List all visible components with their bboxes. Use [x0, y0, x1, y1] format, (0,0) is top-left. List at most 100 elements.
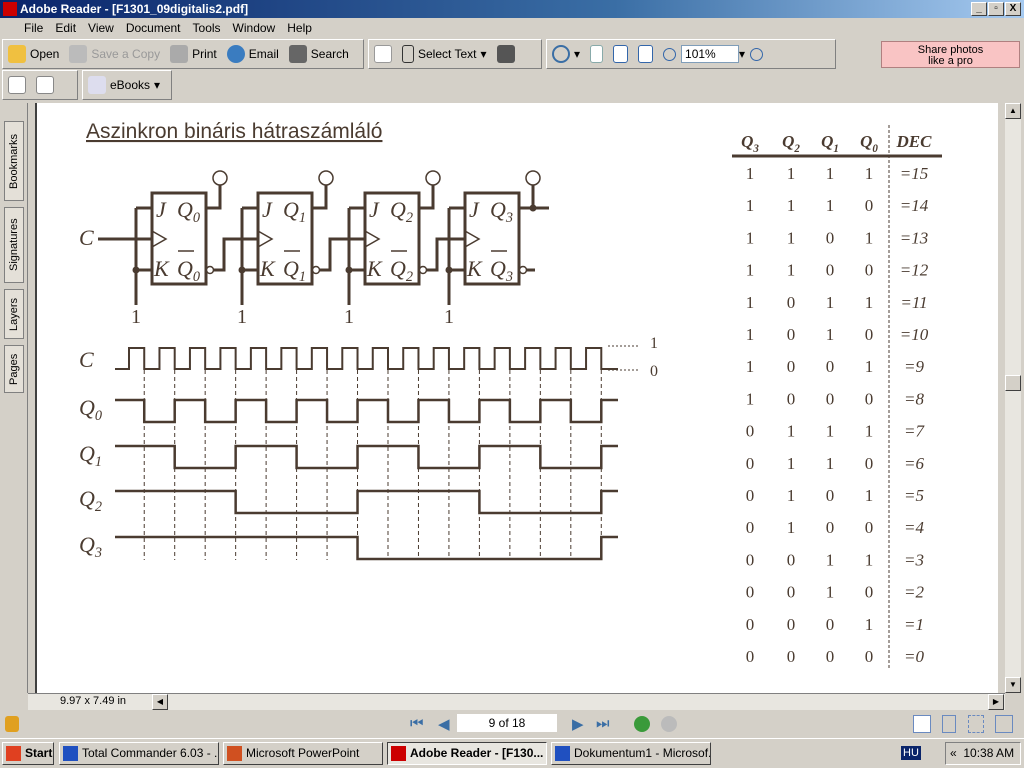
- table-cell: 0: [746, 422, 755, 441]
- scroll-down-button[interactable]: ▼: [1005, 677, 1021, 693]
- language-indicator[interactable]: HU: [901, 746, 921, 760]
- signal-label-q3: Q3: [79, 532, 102, 561]
- table-cell: 0: [787, 647, 796, 666]
- fit-width-button[interactable]: [638, 40, 654, 68]
- title-bar: Adobe Reader - [F1301_09digitalis2.pdf]: [0, 0, 1024, 18]
- table-cell: 1: [865, 550, 874, 569]
- minus-icon: [663, 47, 677, 61]
- subscript: 2: [406, 210, 413, 226]
- ebooks-button[interactable]: eBooks ▾: [88, 71, 160, 99]
- save-copy-button[interactable]: Save a Copy: [69, 40, 160, 68]
- page-number-field[interactable]: 9 of 18: [457, 714, 557, 732]
- vertical-scrollbar[interactable]: ▲ ▼: [1005, 103, 1021, 693]
- logic-one-label: 1: [444, 306, 454, 328]
- page-size-readout: 9.97 x 7.49 in: [60, 695, 127, 707]
- zoom-in-tool-button[interactable]: ▾: [552, 40, 580, 68]
- clock-waveform: [115, 347, 618, 370]
- continuous-facing-icon[interactable]: [995, 715, 1013, 733]
- horizontal-scrollbar[interactable]: 9.97 x 7.49 in ◀ ▶: [28, 693, 1005, 710]
- table-cell: 0: [746, 647, 755, 666]
- table-cell: 0: [865, 261, 874, 280]
- minimize-button[interactable]: _: [971, 2, 987, 16]
- last-page-button[interactable]: ⏭: [596, 715, 610, 732]
- tab-pages[interactable]: Pages: [4, 345, 24, 393]
- table-cell: 1: [865, 357, 874, 376]
- dec-cell: =12: [900, 261, 929, 280]
- rotate-clockwise-button[interactable]: [8, 71, 26, 99]
- start-button[interactable]: Start: [2, 742, 54, 765]
- zoom-in-button[interactable]: [750, 40, 764, 68]
- table-cell: 0: [826, 615, 835, 634]
- dec-cell: =3: [904, 550, 924, 569]
- table-cell: 0: [865, 325, 874, 344]
- tab-bookmarks[interactable]: Bookmarks: [4, 121, 24, 201]
- logic-one-label: 1: [237, 306, 247, 328]
- email-button[interactable]: Email: [226, 40, 279, 68]
- table-cell: 0: [746, 518, 755, 537]
- adobe-icon: [3, 2, 17, 16]
- maximize-button[interactable]: ▫: [988, 2, 1004, 16]
- task-powerpoint[interactable]: Microsoft PowerPoint: [223, 742, 383, 765]
- task-total-commander[interactable]: Total Commander 6.03 - ...: [59, 742, 219, 765]
- tab-signatures[interactable]: Signatures: [4, 207, 24, 283]
- go-back-icon[interactable]: [634, 716, 650, 732]
- actual-size-button[interactable]: [590, 40, 604, 68]
- snapshot-button[interactable]: [496, 40, 515, 68]
- logic-one-label: 1: [131, 306, 141, 328]
- dec-cell: =15: [900, 164, 928, 183]
- tab-layers[interactable]: Layers: [4, 289, 24, 339]
- table-cell: 1: [787, 228, 796, 247]
- zoom-level-field[interactable]: 101%: [681, 45, 740, 63]
- single-page-icon[interactable]: [913, 715, 931, 733]
- task-adobe-reader[interactable]: Adobe Reader - [F130...: [387, 742, 547, 765]
- next-page-button[interactable]: ▶: [572, 715, 584, 733]
- table-cell: 0: [787, 615, 796, 634]
- menu-file[interactable]: File: [24, 21, 43, 35]
- scroll-up-button[interactable]: ▲: [1005, 103, 1021, 119]
- menu-help[interactable]: Help: [287, 21, 312, 35]
- k-label: K: [259, 256, 276, 281]
- table-header: Q1: [821, 132, 839, 155]
- menu-edit[interactable]: Edit: [55, 21, 76, 35]
- continuous-icon[interactable]: [942, 715, 956, 733]
- inversion-bubble: [518, 265, 528, 275]
- go-forward-icon[interactable]: [661, 716, 677, 732]
- menu-window[interactable]: Window: [233, 21, 276, 35]
- search-button[interactable]: Search: [288, 40, 349, 68]
- zoom-dropdown[interactable]: ▾: [739, 47, 745, 61]
- table-cell: 1: [787, 196, 796, 215]
- share-photos-button[interactable]: Share photos like a pro: [881, 41, 1020, 68]
- hand-tool-button[interactable]: [374, 40, 392, 68]
- j-label: J: [469, 197, 480, 222]
- menu-tools[interactable]: Tools: [193, 21, 221, 35]
- scroll-left-button[interactable]: ◀: [152, 694, 168, 710]
- menu-document[interactable]: Document: [126, 21, 181, 35]
- fit-page-button[interactable]: [613, 40, 629, 68]
- dec-cell: =7: [904, 422, 925, 441]
- page-icon: [590, 45, 604, 63]
- table-cell: 1: [826, 196, 835, 215]
- table-cell: 1: [826, 550, 835, 569]
- logic-one-label: 1: [344, 306, 354, 328]
- print-button[interactable]: Print: [170, 40, 217, 68]
- scroll-thumb[interactable]: [1005, 375, 1021, 391]
- table-cell: 1: [826, 164, 835, 183]
- first-page-button[interactable]: ⏮: [410, 715, 424, 732]
- tray-expand-button[interactable]: «: [950, 746, 957, 760]
- zoom-out-button[interactable]: [663, 40, 677, 68]
- select-text-button[interactable]: Select Text ▾: [402, 40, 487, 68]
- open-button[interactable]: Open: [8, 40, 59, 68]
- table-cell: 1: [865, 486, 874, 505]
- task-word[interactable]: Dokumentum1 - Microsof...: [551, 742, 711, 765]
- table-cell: 0: [787, 325, 796, 344]
- scroll-right-button[interactable]: ▶: [988, 694, 1004, 710]
- table-cell: 0: [865, 647, 874, 666]
- output-test-point: [425, 170, 441, 186]
- close-button[interactable]: X: [1005, 2, 1021, 16]
- previous-page-button[interactable]: ◀: [438, 715, 450, 733]
- rotate-counterclockwise-button[interactable]: [36, 71, 54, 99]
- facing-icon[interactable]: [968, 715, 984, 733]
- table-cell: 1: [746, 293, 755, 312]
- q-wire: [519, 185, 535, 210]
- menu-view[interactable]: View: [88, 21, 114, 35]
